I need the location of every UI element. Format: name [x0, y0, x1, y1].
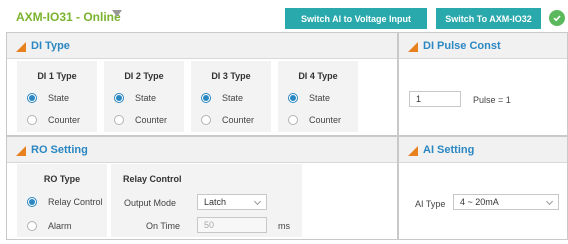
- relay-control-option[interactable]: Relay Control: [27, 196, 103, 208]
- ro-setting-title: RO Setting: [31, 144, 88, 156]
- option-label: Counter: [135, 115, 168, 125]
- di-type-header: DI Type: [7, 33, 397, 59]
- relay-control-radio[interactable]: [27, 197, 37, 207]
- ai-setting-panel: AI Setting AI Type 4 ~ 20mA: [398, 136, 568, 240]
- di3-counter-option[interactable]: Counter: [201, 114, 254, 126]
- option-label: State: [48, 93, 70, 103]
- di3-type-title: DI 3 Type: [211, 71, 251, 81]
- di2-counter-option[interactable]: Counter: [114, 114, 167, 126]
- ro-type-title: RO Type: [43, 174, 81, 184]
- output-mode-select[interactable]: Latch: [197, 194, 267, 210]
- option-label: State: [135, 93, 157, 103]
- option-label: State: [309, 93, 331, 103]
- on-time-label: On Time: [146, 221, 181, 231]
- ai-type-select[interactable]: 4 ~ 20mA: [453, 194, 559, 210]
- di2-state-option[interactable]: State: [114, 92, 156, 104]
- ai-setting-title: AI Setting: [423, 144, 475, 156]
- relay-control-title: Relay Control: [123, 174, 182, 184]
- ai-type-value: 4 ~ 20mA: [460, 197, 499, 207]
- chevron-down-icon: [253, 197, 262, 206]
- di-type-title: DI Type: [31, 40, 70, 52]
- output-mode-label: Output Mode: [124, 198, 177, 208]
- ai-setting-header: AI Setting: [399, 137, 567, 163]
- alarm-option[interactable]: Alarm: [27, 220, 72, 232]
- di4-state-option[interactable]: State: [288, 92, 330, 104]
- on-time-unit: ms: [278, 221, 290, 231]
- section-triangle-icon: [16, 42, 26, 52]
- option-label: Alarm: [48, 221, 72, 231]
- di4-type-title: DI 4 Type: [298, 71, 338, 81]
- switch-ai-voltage-button[interactable]: Switch AI to Voltage Input: [285, 8, 427, 29]
- option-label: Counter: [222, 115, 255, 125]
- di2-type-title: DI 2 Type: [124, 71, 164, 81]
- switch-to-io32-button[interactable]: Switch To AXM-IO32: [436, 8, 541, 29]
- ro-type-card: RO Type Relay Control Alarm: [17, 164, 107, 237]
- option-label: Counter: [309, 115, 342, 125]
- di-type-panel: DI Type DI 1 Type State Counter DI 2 Typ…: [6, 32, 398, 136]
- section-triangle-icon: [408, 42, 418, 52]
- output-mode-value: Latch: [204, 197, 227, 207]
- di3-state-radio[interactable]: [201, 93, 211, 103]
- di2-type-card: DI 2 Type State Counter: [104, 61, 184, 132]
- online-check-icon: [549, 10, 565, 26]
- di1-state-radio[interactable]: [27, 93, 37, 103]
- ro-setting-panel: RO Setting RO Type Relay Control Alarm R…: [6, 136, 398, 240]
- di1-state-option[interactable]: State: [27, 92, 69, 104]
- pulse-const-input[interactable]: 1: [409, 91, 461, 107]
- di1-counter-radio[interactable]: [27, 115, 37, 125]
- section-triangle-icon: [408, 146, 418, 156]
- option-label: State: [222, 93, 244, 103]
- option-label: Relay Control: [48, 197, 103, 207]
- di3-state-option[interactable]: State: [201, 92, 243, 104]
- device-title: AXM-IO31 - Online: [16, 10, 121, 24]
- on-time-input[interactable]: 50: [197, 217, 267, 233]
- di3-counter-radio[interactable]: [201, 115, 211, 125]
- relay-control-card: Relay Control Output Mode Latch On Time …: [111, 164, 302, 237]
- ai-type-label: AI Type: [415, 199, 446, 209]
- di4-counter-radio[interactable]: [288, 115, 298, 125]
- di1-type-title: DI 1 Type: [37, 71, 77, 81]
- ro-setting-header: RO Setting: [7, 137, 397, 163]
- di-pulse-panel: DI Pulse Const 1 Pulse = 1: [398, 32, 568, 136]
- di3-type-card: DI 3 Type State Counter: [191, 61, 271, 132]
- di4-counter-option[interactable]: Counter: [288, 114, 341, 126]
- di-pulse-header: DI Pulse Const: [399, 33, 567, 59]
- alarm-radio[interactable]: [27, 221, 37, 231]
- option-label: Counter: [48, 115, 81, 125]
- di2-counter-radio[interactable]: [114, 115, 124, 125]
- di1-counter-option[interactable]: Counter: [27, 114, 80, 126]
- di4-state-radio[interactable]: [288, 93, 298, 103]
- top-bar: AXM-IO31 - Online Switch AI to Voltage I…: [0, 0, 568, 32]
- di1-type-card: DI 1 Type State Counter: [17, 61, 97, 132]
- di2-state-radio[interactable]: [114, 93, 124, 103]
- pulse-hint: Pulse = 1: [473, 95, 511, 105]
- section-triangle-icon: [16, 146, 26, 156]
- chevron-down-icon: [545, 197, 554, 206]
- di-pulse-title: DI Pulse Const: [423, 40, 501, 52]
- device-dropdown-caret-icon[interactable]: [112, 10, 122, 17]
- di4-type-card: DI 4 Type State Counter: [278, 61, 358, 132]
